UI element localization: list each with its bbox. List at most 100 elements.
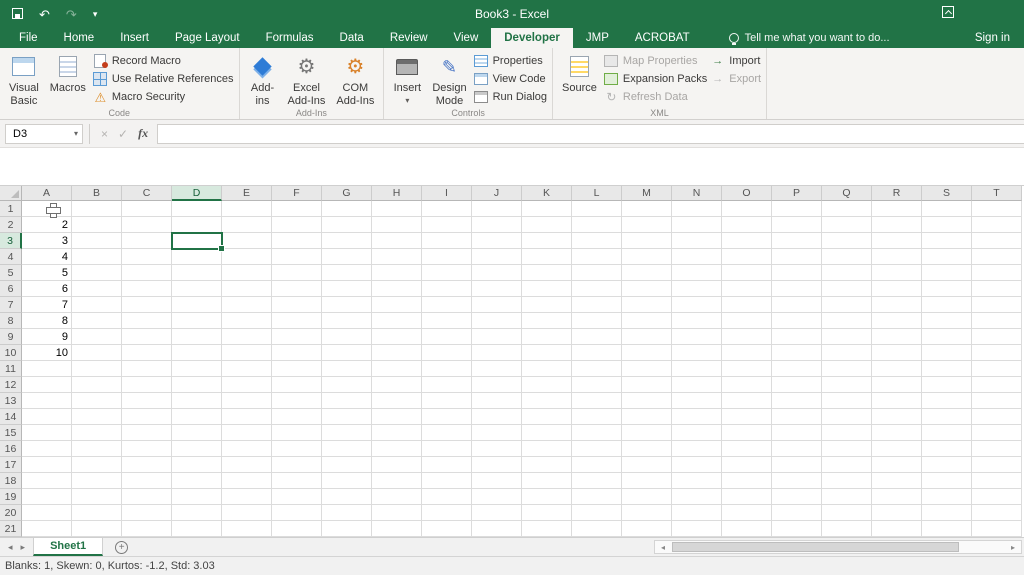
tab-review[interactable]: Review xyxy=(377,28,441,48)
cell-o19[interactable] xyxy=(722,489,772,505)
cell-i1[interactable] xyxy=(422,201,472,217)
cell-r14[interactable] xyxy=(872,409,922,425)
tab-insert[interactable]: Insert xyxy=(107,28,162,48)
insert-controls-button[interactable]: Insert▾ xyxy=(389,50,425,106)
cell-i10[interactable] xyxy=(422,345,472,361)
cell-q16[interactable] xyxy=(822,441,872,457)
cell-s3[interactable] xyxy=(922,233,972,249)
cell-s13[interactable] xyxy=(922,393,972,409)
cell-o5[interactable] xyxy=(722,265,772,281)
cell-i17[interactable] xyxy=(422,457,472,473)
cell-m12[interactable] xyxy=(622,377,672,393)
cell-t17[interactable] xyxy=(972,457,1022,473)
new-sheet-icon[interactable]: + xyxy=(115,541,128,554)
add-ins-button[interactable]: Add-ins xyxy=(245,50,281,106)
cell-c14[interactable] xyxy=(122,409,172,425)
cell-t6[interactable] xyxy=(972,281,1022,297)
cell-m10[interactable] xyxy=(622,345,672,361)
sign-in-button[interactable]: Sign in xyxy=(975,28,1010,48)
cell-c16[interactable] xyxy=(122,441,172,457)
cell-f16[interactable] xyxy=(272,441,322,457)
cell-p4[interactable] xyxy=(772,249,822,265)
row-header-6[interactable]: 6 xyxy=(0,281,22,297)
cell-c11[interactable] xyxy=(122,361,172,377)
cell-g10[interactable] xyxy=(322,345,372,361)
cell-t2[interactable] xyxy=(972,217,1022,233)
save-icon[interactable] xyxy=(12,8,23,21)
cell-d5[interactable] xyxy=(172,265,222,281)
customize-quick-access-icon[interactable]: ▾ xyxy=(93,10,98,19)
cell-k9[interactable] xyxy=(522,329,572,345)
cell-c9[interactable] xyxy=(122,329,172,345)
cell-c8[interactable] xyxy=(122,313,172,329)
row-header-8[interactable]: 8 xyxy=(0,313,22,329)
expansion-packs-button[interactable]: Expansion Packs xyxy=(604,72,707,86)
cell-s8[interactable] xyxy=(922,313,972,329)
cell-k17[interactable] xyxy=(522,457,572,473)
cell-q11[interactable] xyxy=(822,361,872,377)
cell-s2[interactable] xyxy=(922,217,972,233)
cell-t3[interactable] xyxy=(972,233,1022,249)
cell-b1[interactable] xyxy=(72,201,122,217)
cell-i5[interactable] xyxy=(422,265,472,281)
cell-h15[interactable] xyxy=(372,425,422,441)
cell-d16[interactable] xyxy=(172,441,222,457)
map-properties-button[interactable]: Map Properties xyxy=(604,54,707,68)
cell-r13[interactable] xyxy=(872,393,922,409)
cell-s9[interactable] xyxy=(922,329,972,345)
cell-a21[interactable] xyxy=(22,521,72,537)
cell-i19[interactable] xyxy=(422,489,472,505)
cell-r5[interactable] xyxy=(872,265,922,281)
cell-t10[interactable] xyxy=(972,345,1022,361)
cell-s15[interactable] xyxy=(922,425,972,441)
cell-f2[interactable] xyxy=(272,217,322,233)
cell-a16[interactable] xyxy=(22,441,72,457)
cell-j14[interactable] xyxy=(472,409,522,425)
cell-c12[interactable] xyxy=(122,377,172,393)
cell-j13[interactable] xyxy=(472,393,522,409)
cell-p13[interactable] xyxy=(772,393,822,409)
cell-f12[interactable] xyxy=(272,377,322,393)
cell-p18[interactable] xyxy=(772,473,822,489)
cell-q3[interactable] xyxy=(822,233,872,249)
cell-e21[interactable] xyxy=(222,521,272,537)
cell-i12[interactable] xyxy=(422,377,472,393)
cell-m1[interactable] xyxy=(622,201,672,217)
cell-r9[interactable] xyxy=(872,329,922,345)
cell-e4[interactable] xyxy=(222,249,272,265)
cell-a9[interactable]: 9 xyxy=(22,329,72,345)
cell-g21[interactable] xyxy=(322,521,372,537)
cell-j5[interactable] xyxy=(472,265,522,281)
cell-q9[interactable] xyxy=(822,329,872,345)
cell-s16[interactable] xyxy=(922,441,972,457)
scrollbar-thumb[interactable] xyxy=(672,542,959,552)
cell-m5[interactable] xyxy=(622,265,672,281)
cell-g5[interactable] xyxy=(322,265,372,281)
cell-l21[interactable] xyxy=(572,521,622,537)
cell-r15[interactable] xyxy=(872,425,922,441)
cell-s17[interactable] xyxy=(922,457,972,473)
cell-c6[interactable] xyxy=(122,281,172,297)
cell-j16[interactable] xyxy=(472,441,522,457)
formula-input[interactable] xyxy=(157,124,1024,144)
cell-o6[interactable] xyxy=(722,281,772,297)
row-header-14[interactable]: 14 xyxy=(0,409,22,425)
cell-p5[interactable] xyxy=(772,265,822,281)
cell-d12[interactable] xyxy=(172,377,222,393)
cell-r20[interactable] xyxy=(872,505,922,521)
import-button[interactable]: Import xyxy=(710,54,761,68)
row-header-21[interactable]: 21 xyxy=(0,521,22,537)
cell-f14[interactable] xyxy=(272,409,322,425)
cell-j21[interactable] xyxy=(472,521,522,537)
cell-c19[interactable] xyxy=(122,489,172,505)
cell-a6[interactable]: 6 xyxy=(22,281,72,297)
cell-e13[interactable] xyxy=(222,393,272,409)
cell-q4[interactable] xyxy=(822,249,872,265)
cell-c4[interactable] xyxy=(122,249,172,265)
cell-i14[interactable] xyxy=(422,409,472,425)
refresh-data-button[interactable]: Refresh Data xyxy=(604,90,707,104)
cell-p11[interactable] xyxy=(772,361,822,377)
cell-j12[interactable] xyxy=(472,377,522,393)
cell-l10[interactable] xyxy=(572,345,622,361)
cell-i8[interactable] xyxy=(422,313,472,329)
